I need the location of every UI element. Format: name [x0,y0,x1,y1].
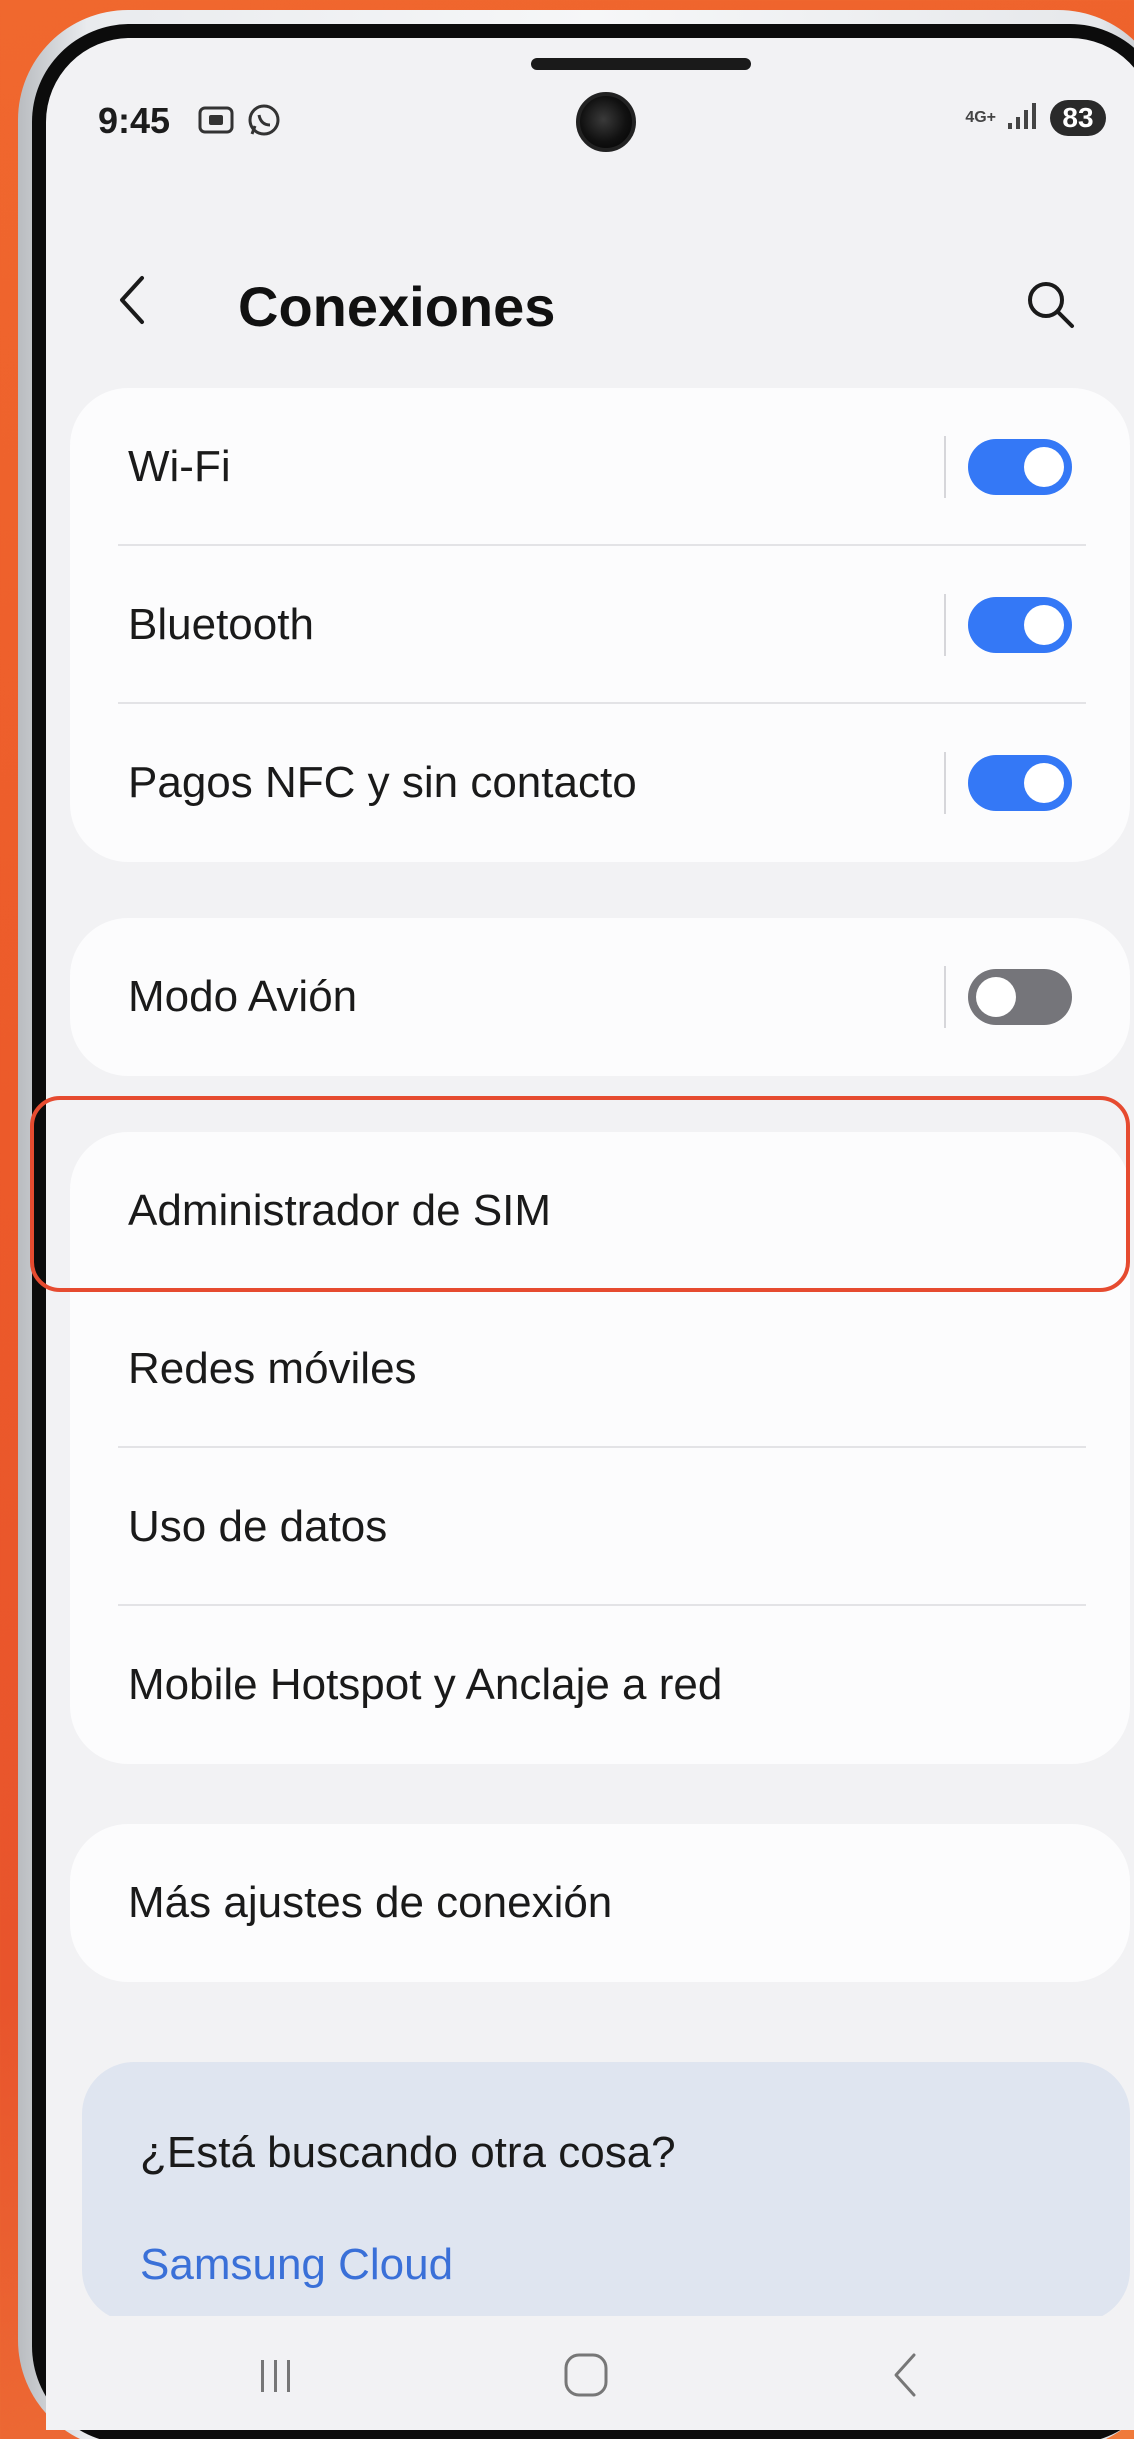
suggestions-title: ¿Está buscando otra cosa? [140,2128,676,2177]
setting-nfc[interactable]: Pagos NFC y sin contacto [70,704,1130,862]
front-camera [576,92,636,152]
setting-label: Modo Avión [128,972,358,1021]
setting-hotspot[interactable]: Mobile Hotspot y Anclaje a red [70,1606,1130,1764]
setting-more-connection[interactable]: Más ajustes de conexión [70,1824,1130,1982]
setting-label: Uso de datos [128,1502,388,1551]
chevron-left-icon [120,276,144,324]
setting-bluetooth[interactable]: Bluetooth [70,546,1130,704]
settings-card-network: Wi-Fi Bluetooth Pagos NFC y sin contacto [70,388,1130,862]
recent-apps-icon [261,2360,290,2392]
back-icon [894,2353,916,2397]
setting-label: Wi-Fi [128,442,231,491]
app-header: Conexiones [46,248,1134,348]
setting-label: Pagos NFC y sin contacto [128,758,637,807]
setting-wifi[interactable]: Wi-Fi [70,388,1130,546]
divider [944,594,946,656]
settings-card-more: Más ajustes de conexión [70,1824,1130,1982]
highlight-annotation [30,1096,1130,1292]
setting-mobile-networks[interactable]: Redes móviles [70,1290,1130,1448]
notification-icons [196,100,284,145]
home-icon [564,2353,608,2397]
samsung-cloud-link[interactable]: Samsung Cloud [140,2240,453,2290]
setting-data-usage[interactable]: Uso de datos [70,1448,1130,1606]
search-button[interactable] [1020,274,1080,334]
battery-indicator: 83 [1050,100,1106,136]
back-nav-button[interactable] [866,2340,946,2410]
nfc-toggle[interactable] [968,755,1072,811]
home-button[interactable] [546,2340,626,2410]
wifi-toggle[interactable] [968,439,1072,495]
network-type: 4G+ [965,109,996,126]
earpiece-speaker [531,58,751,70]
navigation-bar [46,2316,1134,2430]
page-title: Conexiones [238,275,556,338]
system-icons: 4G+ 83 [965,100,1106,136]
setting-label: Más ajustes de conexión [128,1878,613,1927]
whatsapp-icon [244,100,284,145]
settings-card-airplane: Modo Avión [70,918,1130,1076]
setting-label: Redes móviles [128,1344,417,1393]
divider [944,752,946,814]
airplane-mode-toggle[interactable] [968,969,1072,1025]
setting-airplane-mode[interactable]: Modo Avión [70,918,1130,1076]
setting-label: Bluetooth [128,600,314,649]
divider [944,436,946,498]
status-time: 9:45 [98,100,171,141]
recent-apps-button[interactable] [236,2340,316,2410]
signal-icon [1006,101,1040,136]
screenshot-icon [196,100,236,145]
bluetooth-toggle[interactable] [968,597,1072,653]
search-icon [1028,282,1074,328]
divider [944,966,946,1028]
setting-label: Mobile Hotspot y Anclaje a red [128,1660,723,1709]
back-button[interactable] [112,270,162,330]
